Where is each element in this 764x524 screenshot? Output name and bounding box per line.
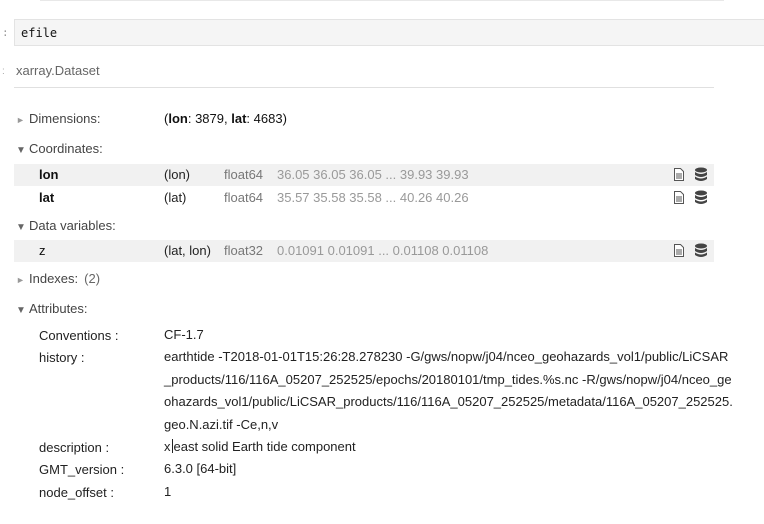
data-var-row-z: z (lat, lon) float32 0.01091 0.01091 ...… <box>14 240 714 262</box>
var-dtype: float64 <box>224 190 264 205</box>
code-text[interactable]: efile <box>21 26 57 40</box>
var-dtype: float64 <box>224 167 264 182</box>
var-name: lat <box>39 190 55 205</box>
file-text-icon[interactable] <box>674 191 684 204</box>
attributes-label: Attributes: <box>29 301 88 316</box>
database-icon[interactable] <box>694 243 708 258</box>
dimensions-value: (lon: 3879, lat: 4683) <box>164 111 287 126</box>
dataset-title: xarray.Dataset <box>16 63 100 78</box>
var-dtype: float32 <box>224 243 264 258</box>
attr-key-node-offset: node_offset : <box>39 485 114 500</box>
database-icon[interactable] <box>694 167 708 182</box>
section-coordinates-toggle[interactable]: ▼ Coordinates: <box>16 141 103 156</box>
section-indexes-toggle[interactable]: ► Indexes: (2) <box>16 271 100 286</box>
attr-key-description: description : <box>39 440 110 455</box>
var-name: z <box>39 243 46 258</box>
var-preview[interactable]: 0.01091 0.01091 ... 0.01108 0.01108 <box>277 243 488 258</box>
var-dims: (lat, lon) <box>164 243 211 258</box>
var-preview[interactable]: 35.57 35.58 35.58 ... 40.26 40.26 <box>277 190 469 205</box>
attr-key-history: history : <box>39 350 85 365</box>
input-prompt: : <box>2 26 9 39</box>
coordinates-label: Coordinates: <box>29 141 103 156</box>
attr-key-gmt-version: GMT_version : <box>39 462 125 477</box>
triangle-down-icon: ▼ <box>16 222 26 233</box>
triangle-down-icon: ▼ <box>16 145 26 156</box>
triangle-right-icon: ► <box>16 275 25 285</box>
attr-val-history: earthtide -T2018-01-01T15:26:28.278230 -… <box>164 349 733 432</box>
dimensions-label: Dimensions: <box>29 111 101 126</box>
top-divider <box>0 0 764 8</box>
database-icon[interactable] <box>694 190 708 205</box>
attr-key-conventions: Conventions : <box>39 328 119 343</box>
data-variables-label: Data variables: <box>29 218 116 233</box>
file-text-icon[interactable] <box>674 244 684 257</box>
output-prompt: : <box>2 66 5 77</box>
dim-lon-name: lon <box>168 111 188 126</box>
var-dims: (lat) <box>164 190 187 205</box>
dataset-title-divider <box>14 87 714 88</box>
attr-val-conventions: CF-1.7 <box>164 327 204 342</box>
var-preview[interactable]: 36.05 36.05 36.05 ... 39.93 39.93 <box>277 167 469 182</box>
attr-val-gmt-version: 6.3.0 [64-bit] <box>164 461 237 476</box>
coord-row-lat: lat (lat) float64 35.57 35.58 35.58 ... … <box>14 187 714 209</box>
section-attributes-toggle[interactable]: ▼ Attributes: <box>16 301 88 316</box>
attr-val-node-offset: 1 <box>164 484 172 499</box>
var-name: lon <box>39 167 59 182</box>
dim-lon-size: 3879 <box>195 111 224 126</box>
text-cursor <box>171 439 173 453</box>
triangle-right-icon: ► <box>16 115 25 125</box>
indexes-count: (2) <box>84 271 101 286</box>
file-text-icon[interactable] <box>674 168 684 181</box>
section-dimensions-toggle[interactable]: ► Dimensions: <box>16 111 101 126</box>
dim-lat-name: lat <box>231 111 247 126</box>
var-dims: (lon) <box>164 167 191 182</box>
coord-row-lon: lon (lon) float64 36.05 36.05 36.05 ... … <box>14 164 714 186</box>
indexes-label: Indexes: <box>29 271 79 286</box>
attr-val-description[interactable]: x east solid Earth tide component <box>164 436 356 459</box>
triangle-down-icon: ▼ <box>16 305 26 316</box>
code-cell-input[interactable]: efile <box>14 19 764 46</box>
dim-lat-size: 4683 <box>253 111 283 126</box>
section-data-variables-toggle[interactable]: ▼ Data variables: <box>16 218 116 233</box>
